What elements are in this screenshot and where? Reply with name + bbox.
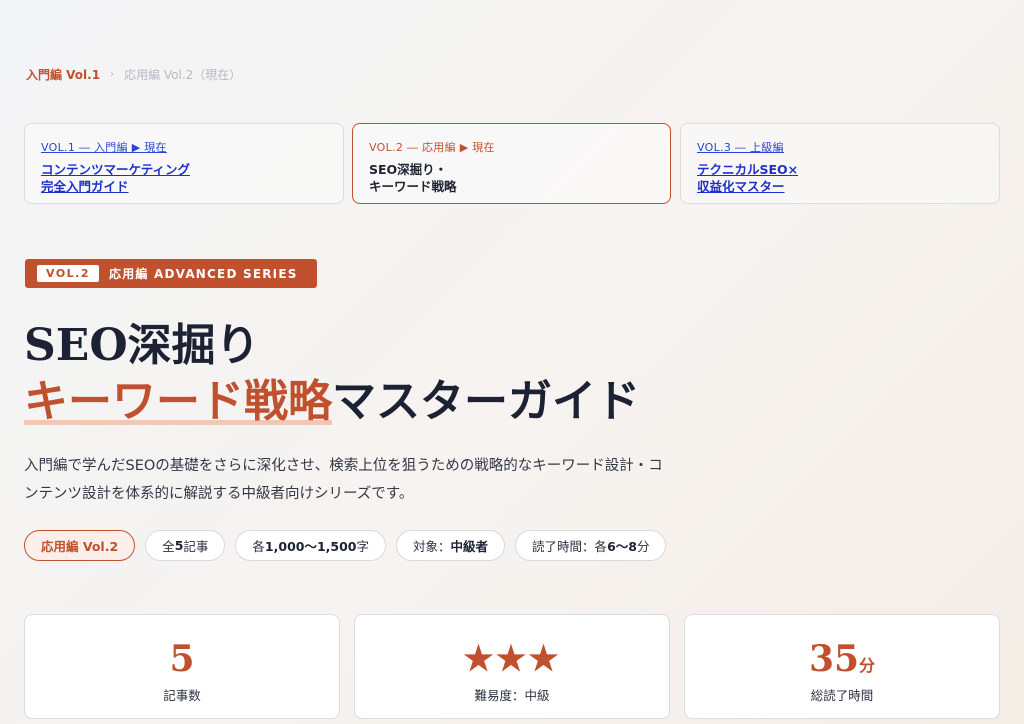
tag-word-count: 各 1,000〜1,500 字	[235, 530, 387, 561]
lead-text: 入門編で学んだSEOの基礎をさらに深化させ、検索上位を狙うための戦略的なキーワー…	[24, 458, 663, 502]
page-title: SEO深掘り キーワード戦略マスターガイド	[24, 318, 640, 430]
badge-vol: VOL.2	[37, 265, 100, 282]
stat-card-difficulty: ★★★ 難易度：中級	[354, 614, 670, 719]
title-line1: SEO深掘り	[24, 320, 260, 371]
series-card-vol-label: VOL.2 ― 応用編 ▶ 現在	[369, 141, 495, 154]
tag-reading-time: 読了時間：各 6〜8 分	[515, 530, 667, 561]
series-card-vol1[interactable]: VOL.1 ― 入門編 ▶ 現在 コンテンツマーケティング 完全入門ガイド	[24, 123, 344, 204]
stat-value: 5	[169, 638, 195, 680]
breadcrumb-current: 応用編 Vol.2（現在）	[124, 68, 242, 82]
series-card-title: SEO深掘り・ キーワード戦略	[369, 162, 457, 194]
tag-article-count: 全 5 記事	[145, 530, 226, 561]
title-accent: キーワード戦略	[24, 376, 332, 427]
series-card-vol3[interactable]: VOL.3 ― 上級編 テクニカルSEO× 収益化マスター	[680, 123, 1000, 204]
tag-audience: 対象： 中級者	[396, 530, 506, 561]
series-card-vol-label: VOL.3 ― 上級編	[697, 141, 784, 154]
tag-level: 応用編 Vol.2	[24, 530, 136, 561]
title-rest: マスターガイド	[332, 376, 640, 427]
stat-card-time: 35分 総読了時間	[684, 614, 1000, 719]
stat-label: 難易度：中級	[474, 688, 550, 703]
series-cards: VOL.1 ― 入門編 ▶ 現在 コンテンツマーケティング 完全入門ガイド VOL…	[24, 123, 1000, 204]
star-rating-icon: ★★★	[463, 639, 561, 679]
series-card-title: コンテンツマーケティング 完全入門ガイド	[41, 162, 191, 194]
title-line2: キーワード戦略マスターガイド	[24, 374, 640, 430]
breadcrumb-separator: ›	[110, 69, 115, 80]
badge-label: 応用編 ADVANCED SERIES	[109, 267, 298, 281]
series-card-vol2-current: VOL.2 ― 応用編 ▶ 現在 SEO深掘り・ キーワード戦略	[352, 123, 671, 204]
series-card-title: テクニカルSEO× 収益化マスター	[697, 162, 799, 194]
stat-card-articles: 5 記事数	[24, 614, 340, 719]
meta-tags: 応用編 Vol.2 全 5 記事 各 1,000〜1,500 字 対象： 中級者 読了時…	[24, 530, 667, 561]
breadcrumb: 入門編 Vol.1 › 応用編 Vol.2（現在）	[26, 66, 241, 83]
stat-label: 総読了時間	[810, 688, 874, 703]
series-card-vol-label: VOL.1 ― 入門編 ▶ 現在	[41, 141, 167, 154]
series-badge: VOL.2 応用編 ADVANCED SERIES	[25, 259, 317, 288]
stat-label: 記事数	[163, 688, 201, 703]
breadcrumb-vol1-link[interactable]: 入門編 Vol.1	[26, 66, 100, 83]
stat-value: 35分	[808, 638, 876, 680]
